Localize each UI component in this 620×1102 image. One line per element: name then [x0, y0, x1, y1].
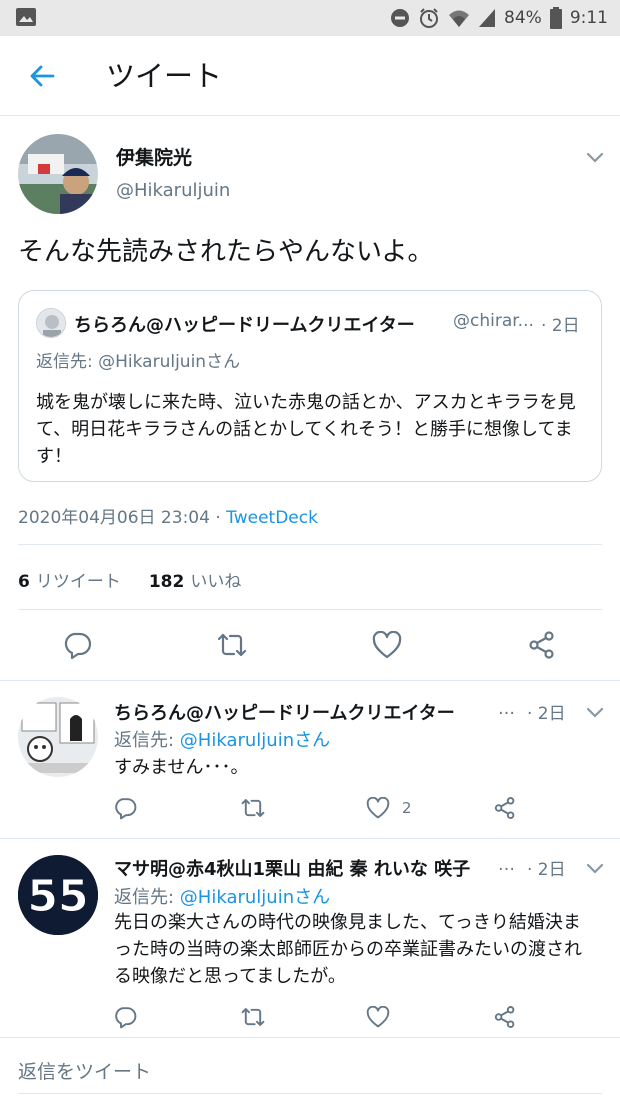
reply-text: 先日の楽大さんの時代の映像見ました、てっきり結婚決まった時の当時の楽太郎師匠から…: [114, 912, 582, 987]
retweets-label: リツイート: [35, 572, 121, 592]
quoted-text: 城を鬼が壊しに来た時、泣いた赤鬼の話とか、アスカとキララを見て、明日花キララさん…: [36, 392, 576, 467]
name-ellipsis: …: [498, 855, 515, 875]
reply-avatar[interactable]: 55: [18, 855, 98, 935]
quoted-avatar: [36, 308, 66, 338]
quoted-reply-to: 返信先: @Hikaruljuinさん: [36, 352, 241, 372]
like-icon: [366, 797, 390, 819]
chevron-down-icon[interactable]: [584, 146, 606, 168]
reply-icon: [115, 1007, 137, 1029]
retweet-button[interactable]: [238, 1002, 268, 1032]
manga-avatar-image: [18, 697, 98, 777]
jersey-number-avatar: 55: [18, 855, 98, 935]
reply-compose-input[interactable]: 返信をツイート: [18, 1057, 151, 1084]
share-icon: [494, 797, 515, 819]
reply-to-line: 返信先: @Hikaruljuinさん: [114, 883, 330, 909]
like-button[interactable]: [370, 628, 404, 662]
quoted-author-handle: @chirar...: [453, 311, 534, 331]
like-button[interactable]: [363, 793, 393, 823]
alarm-icon: [420, 8, 439, 28]
quoted-author-name: ちらろん@ハッピードリームクリエイター: [74, 315, 415, 336]
avatar[interactable]: [18, 134, 98, 214]
wifi-icon: [449, 10, 470, 27]
profile-photo: [18, 134, 98, 214]
quoted-time: · 2日: [541, 316, 580, 336]
like-icon: [372, 631, 402, 659]
reply-author-name[interactable]: マサ明@赤4秋山1栗山 由紀 秦 れいな 咲子: [114, 855, 470, 881]
reply-button[interactable]: [110, 1002, 140, 1032]
reply-icon: [115, 798, 137, 820]
reply-text: すみません･･･。: [114, 757, 249, 778]
reply-icon: [64, 632, 92, 660]
share-button[interactable]: [525, 628, 559, 662]
app-header: ツイート: [0, 36, 620, 116]
author-name[interactable]: 伊集院光: [116, 143, 192, 170]
reply-to-prefix: 返信先:: [114, 887, 180, 908]
tweet-stats: 6 リツイート 182 いいね: [18, 567, 269, 592]
avatar-number: 55: [27, 871, 88, 922]
image-icon: [16, 8, 36, 26]
back-button[interactable]: [24, 58, 60, 94]
divider: [18, 544, 602, 545]
reply-time: · 2日: [527, 704, 566, 724]
reply-button[interactable]: [110, 793, 140, 823]
clock-time: 9:11: [569, 8, 608, 28]
back-arrow-icon: [30, 65, 55, 87]
reply-tweet[interactable]: 55 マサ明@赤4秋山1栗山 由紀 秦 れいな 咲子 … · 2日 返信先: @…: [0, 839, 620, 1037]
retweets-stat[interactable]: 6 リツイート: [18, 567, 121, 592]
battery-percentage: 84%: [504, 8, 542, 28]
retweet-icon: [217, 633, 247, 657]
retweet-button[interactable]: [238, 793, 268, 823]
likes-count: 182: [148, 572, 185, 592]
reply-button[interactable]: [60, 628, 94, 662]
share-button[interactable]: [490, 1002, 520, 1032]
retweet-icon: [241, 1008, 265, 1026]
reply-avatar[interactable]: [18, 697, 98, 777]
likes-stat[interactable]: 182 いいね: [149, 567, 242, 592]
reply-mention-link[interactable]: @Hikaruljuinさん: [180, 887, 330, 908]
author-handle[interactable]: @Hikaruljuin: [116, 180, 230, 201]
tweet-actions: [0, 620, 620, 670]
reply-to-line: 返信先: @Hikaruljuinさん: [114, 726, 330, 752]
chevron-down-icon[interactable]: [584, 857, 606, 879]
share-icon: [529, 631, 554, 659]
like-count: 2: [402, 799, 412, 817]
tweet-timestamp: 2020年04月06日 23:04 · TweetDeck: [18, 503, 318, 528]
status-bar: 84% 9:11: [0, 0, 620, 36]
reply-tweet[interactable]: ちらろん@ハッピードリームクリエイター … · 2日 返信先: @Hikarul…: [0, 681, 620, 838]
reply-time: · 2日: [527, 860, 566, 880]
like-icon: [366, 1006, 390, 1028]
chevron-down-icon[interactable]: [584, 701, 606, 723]
page-title: ツイート: [106, 59, 223, 93]
source-link[interactable]: TweetDeck: [226, 508, 318, 528]
compose-underline: [18, 1093, 602, 1094]
divider: [18, 609, 602, 610]
signal-icon: [479, 9, 496, 27]
like-button[interactable]: [363, 1002, 393, 1032]
likes-label: いいね: [190, 572, 242, 592]
retweets-count: 6: [18, 572, 30, 592]
share-button[interactable]: [490, 793, 520, 823]
reply-author-name[interactable]: ちらろん@ハッピードリームクリエイター: [114, 699, 455, 725]
name-ellipsis: …: [498, 699, 515, 719]
share-icon: [494, 1006, 515, 1028]
reply-to-prefix: 返信先:: [114, 730, 180, 751]
quoted-tweet[interactable]: ちらろん@ハッピードリームクリエイター @chirar... · 2日 返信先:…: [18, 290, 602, 482]
timestamp-text: 2020年04月06日 23:04 ·: [18, 508, 227, 528]
divider: [0, 1037, 620, 1038]
tweet-text: そんな先読みされたらやんないよ。: [18, 237, 434, 267]
retweet-button[interactable]: [215, 628, 249, 662]
battery-icon: [549, 7, 562, 29]
reply-mention-link[interactable]: @Hikaruljuinさん: [180, 730, 330, 751]
retweet-icon: [241, 799, 265, 817]
dnd-icon: [391, 9, 410, 27]
